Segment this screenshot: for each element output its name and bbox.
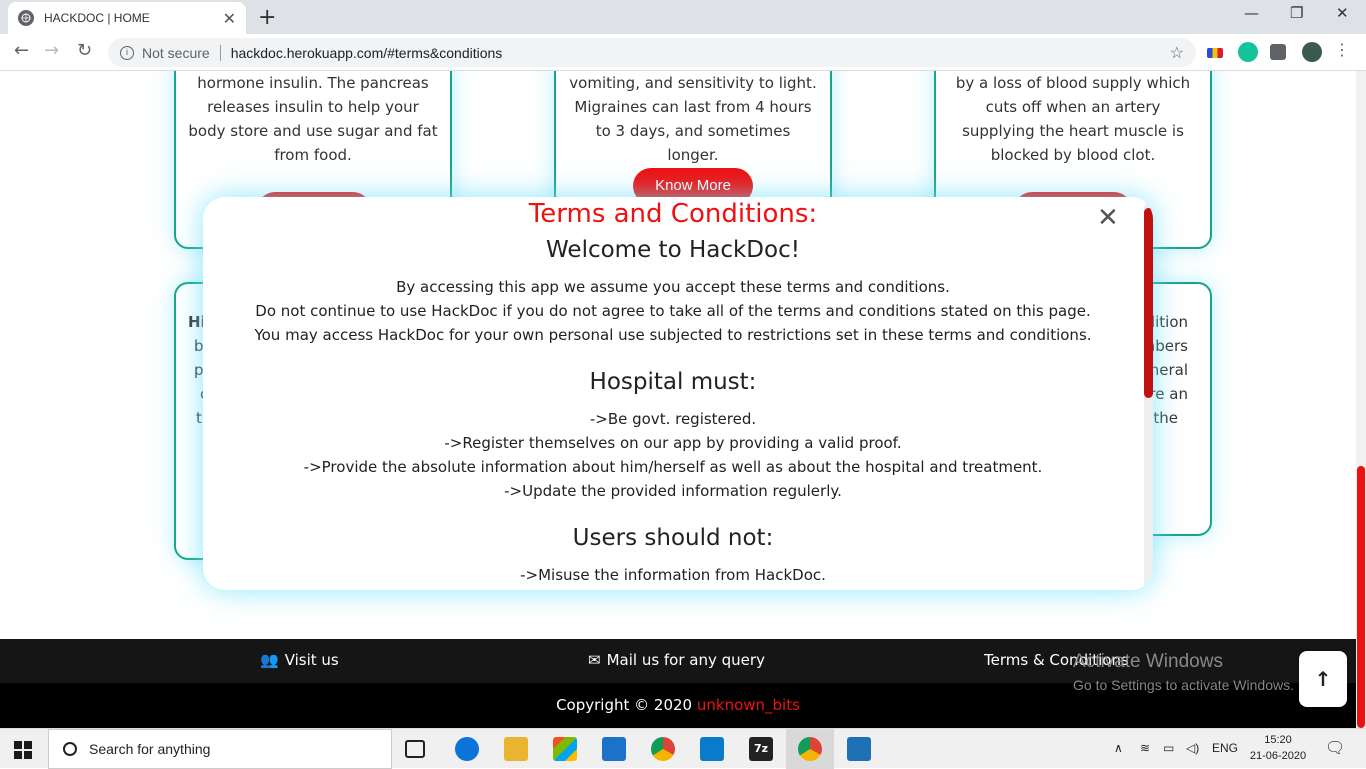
clock-time: 15:20 xyxy=(1264,734,1292,746)
modal-scrollbar[interactable] xyxy=(1144,203,1153,589)
users-icon: 👥 xyxy=(260,651,279,669)
search-icon xyxy=(63,742,77,756)
chrome-active-icon[interactable] xyxy=(798,737,822,761)
terms-modal-content[interactable]: Terms and Conditions: Welcome to HackDoc… xyxy=(203,197,1143,590)
profile-avatar[interactable] xyxy=(1302,42,1322,62)
new-tab-button[interactable]: + xyxy=(258,5,276,30)
card-migraine-text: vomiting, and sensitivity to light. Migr… xyxy=(569,74,817,164)
intro-line: By accessing this app we assume you acce… xyxy=(396,278,950,296)
photos-icon[interactable] xyxy=(847,737,871,761)
users-rules: ->Misuse the information from HackDoc. xyxy=(203,563,1143,587)
volume-icon[interactable]: ◁) xyxy=(1186,741,1199,755)
users-rule: ->Misuse the information from HackDoc. xyxy=(520,566,826,584)
security-label: Not secure xyxy=(142,44,210,61)
copyright-text: Copyright © 2020 xyxy=(556,696,693,714)
hospital-rules: ->Be govt. registered. ->Register themse… xyxy=(203,407,1143,503)
page-viewport: hormone insulin. The pancreas releases i… xyxy=(0,71,1356,728)
extensions-puzzle-icon[interactable] xyxy=(1270,44,1286,60)
forward-arrow-icon[interactable]: → xyxy=(44,40,59,61)
mail-link[interactable]: ✉ Mail us for any query xyxy=(588,651,765,669)
intro-line: Do not continue to use HackDoc if you do… xyxy=(255,302,1091,320)
browser-toolbar: ← → ↻ i Not secure hackdoc.herokuapp.com… xyxy=(0,34,1366,71)
envelope-icon: ✉ xyxy=(588,651,601,669)
chevron-up-icon[interactable]: ∧ xyxy=(1114,741,1123,755)
intro-line: You may access HackDoc for your own pers… xyxy=(254,326,1092,344)
hospital-heading: Hospital must: xyxy=(589,369,757,395)
info-icon[interactable]: i xyxy=(120,45,134,60)
vscode-icon[interactable] xyxy=(700,737,724,761)
hospital-rule: ->Register themselves on our app by prov… xyxy=(444,434,902,452)
tab-close-icon[interactable]: ✕ xyxy=(223,9,236,28)
search-placeholder: Search for anything xyxy=(89,741,211,757)
activate-windows-subtitle: Go to Settings to activate Windows. xyxy=(1073,677,1294,693)
reload-icon[interactable]: ↻ xyxy=(77,40,92,61)
url-text[interactable]: hackdoc.herokuapp.com/#terms&conditions xyxy=(231,45,503,61)
brand-link[interactable]: unknown_bits xyxy=(697,696,800,714)
battery-icon[interactable]: ▭ xyxy=(1163,741,1174,755)
store-icon[interactable] xyxy=(553,737,577,761)
scroll-to-top-button[interactable]: ↑ xyxy=(1299,651,1347,707)
browser-menu-icon[interactable]: ⋮ xyxy=(1334,40,1354,60)
intro-block: By accessing this app we assume you acce… xyxy=(203,275,1143,347)
windows-taskbar: Search for anything 7z ∧ ≋ ▭ ◁) ENG 15:2… xyxy=(0,728,1366,769)
card-diabetes-text: hormone insulin. The pancreas releases i… xyxy=(188,74,438,164)
clock-date: 21-06-2020 xyxy=(1249,750,1307,762)
card-heart-text: by a loss of blood supply which cuts off… xyxy=(955,74,1191,164)
modal-title: Terms and Conditions: xyxy=(528,199,818,229)
grammarly-icon[interactable] xyxy=(1238,42,1258,62)
windows-start-icon[interactable] xyxy=(14,741,32,759)
taskbar-clock[interactable]: 15:20 21-06-2020 xyxy=(1248,732,1308,764)
modal-close-icon[interactable]: ✕ xyxy=(1097,203,1119,233)
hospital-rule: ->Be govt. registered. xyxy=(589,410,757,428)
notifications-icon[interactable]: 🗨 xyxy=(1325,738,1345,758)
hospital-rule: ->Update the provided information regule… xyxy=(504,482,842,500)
minimize-button[interactable]: — xyxy=(1244,4,1259,22)
mail-label: Mail us for any query xyxy=(606,651,765,669)
maximize-button[interactable]: ❐ xyxy=(1290,4,1303,22)
address-separator xyxy=(219,44,221,61)
7zip-icon[interactable]: 7z xyxy=(749,737,773,761)
chrome-icon[interactable] xyxy=(651,737,675,761)
terms-modal: Terms and Conditions: Welcome to HackDoc… xyxy=(203,197,1153,590)
know-more-label: Know More xyxy=(655,177,731,194)
globe-icon xyxy=(18,10,34,26)
visit-us-label: Visit us xyxy=(284,651,339,669)
edge-icon[interactable] xyxy=(455,737,479,761)
taskbar-search[interactable]: Search for anything xyxy=(48,729,392,769)
welcome-heading: Welcome to HackDoc! xyxy=(546,237,800,263)
window-close-button[interactable]: ✕ xyxy=(1336,4,1349,22)
tab-title: HACKDOC | HOME xyxy=(44,11,150,25)
bookmark-star-icon[interactable]: ☆ xyxy=(1170,43,1184,63)
activate-windows-title: Activate Windows xyxy=(1073,651,1223,672)
visit-us-link[interactable]: 👥 Visit us xyxy=(260,651,339,669)
users-heading: Users should not: xyxy=(572,525,774,551)
task-view-icon[interactable] xyxy=(405,740,425,758)
address-bar[interactable]: i Not secure hackdoc.herokuapp.com/#term… xyxy=(108,38,1196,67)
browser-tab-strip: HACKDOC | HOME ✕ + — ❐ ✕ xyxy=(0,0,1366,34)
hospital-rule: ->Provide the absolute information about… xyxy=(303,458,1043,476)
language-indicator[interactable]: ENG xyxy=(1212,741,1238,755)
browser-tab[interactable]: HACKDOC | HOME ✕ xyxy=(8,2,246,34)
modal-scroll-thumb[interactable] xyxy=(1144,208,1153,398)
extension-flag-icon[interactable] xyxy=(1207,48,1223,58)
page-scroll-thumb[interactable] xyxy=(1357,466,1365,728)
mail-app-icon[interactable] xyxy=(602,737,626,761)
back-arrow-icon[interactable]: ← xyxy=(14,40,29,61)
arrow-up-icon: ↑ xyxy=(1314,667,1332,691)
file-explorer-icon[interactable] xyxy=(504,737,528,761)
wifi-icon[interactable]: ≋ xyxy=(1140,741,1150,755)
